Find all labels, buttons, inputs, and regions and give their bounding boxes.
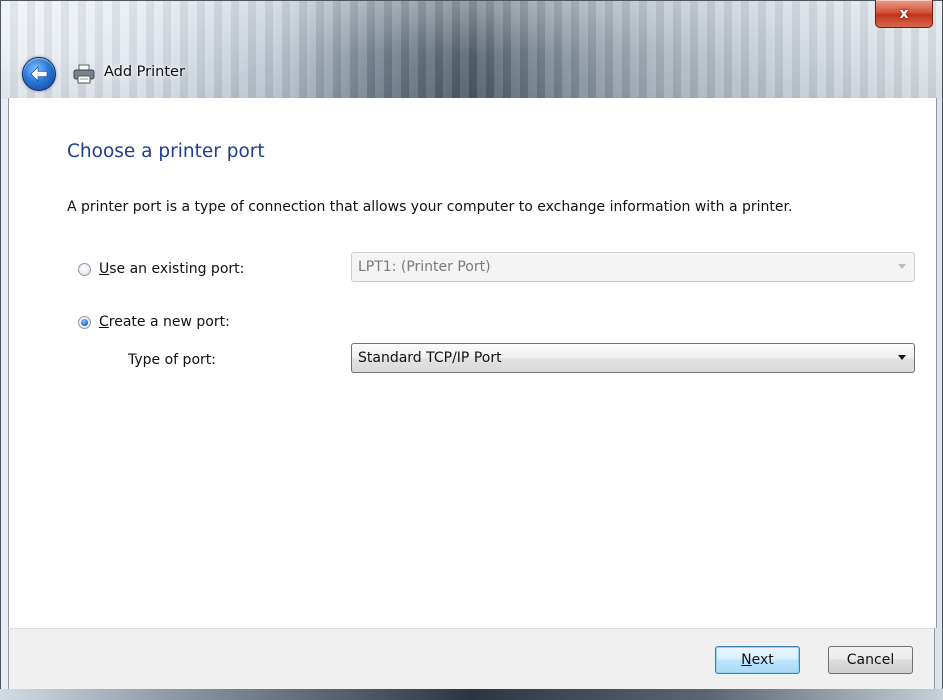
page-heading: Choose a printer port (67, 141, 265, 162)
create-new-port-radio[interactable]: Create a new port: (78, 314, 230, 330)
existing-port-value: LPT1: (Printer Port) (358, 259, 491, 275)
create-new-port-label: Create a new port: (99, 314, 230, 330)
close-icon: x (899, 5, 909, 22)
page-description: A printer port is a type of connection t… (67, 199, 793, 215)
close-button[interactable]: x (875, 0, 933, 28)
back-button[interactable] (22, 57, 56, 91)
radio-button-existing[interactable] (78, 262, 91, 276)
existing-port-dropdown: LPT1: (Printer Port) (351, 252, 915, 282)
back-arrow-icon (30, 66, 48, 82)
type-of-port-label: Type of port: (128, 352, 216, 368)
window-bottom-edge (0, 689, 943, 700)
chevron-down-icon[interactable] (898, 355, 906, 360)
cancel-button[interactable]: Cancel (828, 646, 913, 674)
chevron-down-icon (898, 264, 906, 269)
use-existing-port-radio[interactable]: Use an existing port: (78, 261, 244, 277)
printer-icon (73, 64, 95, 84)
title-bar[interactable] (1, 1, 942, 99)
radio-button-new[interactable] (78, 315, 91, 329)
window-title: Add Printer (104, 64, 185, 80)
port-type-value: Standard TCP/IP Port (358, 350, 502, 366)
next-button[interactable]: Next (715, 646, 800, 674)
port-type-dropdown[interactable]: Standard TCP/IP Port (351, 343, 915, 373)
use-existing-port-label: Use an existing port: (99, 261, 245, 277)
